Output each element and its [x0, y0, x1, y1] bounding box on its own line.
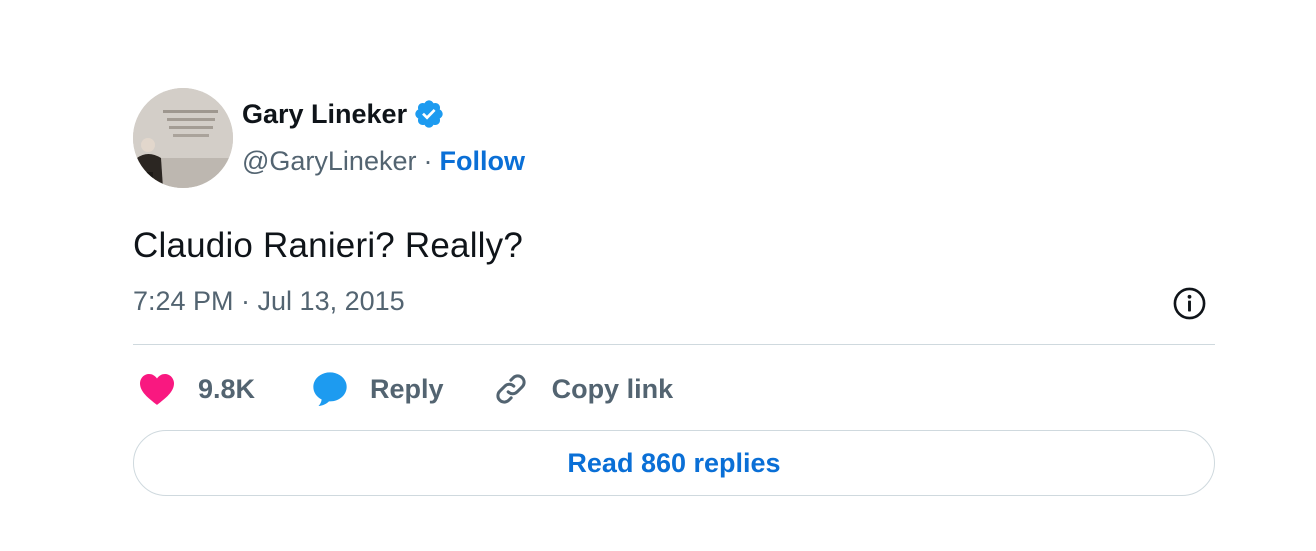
tweet-header: Gary Lineker @GaryLineker · Follow — [133, 88, 1215, 190]
link-icon — [496, 374, 526, 404]
like-button[interactable]: 9.8K — [138, 372, 255, 406]
reply-bubble-icon — [313, 372, 347, 406]
author-name[interactable]: Gary Lineker — [242, 99, 407, 130]
author-name-row: Gary Lineker — [242, 98, 445, 130]
tweet-text: Claudio Ranieri? Really? — [133, 226, 524, 265]
avatar[interactable] — [133, 88, 233, 188]
copy-link-label: Copy link — [551, 373, 674, 404]
author-handle[interactable]: @GaryLineker — [242, 146, 416, 177]
read-replies-button[interactable]: Read 860 replies — [133, 430, 1215, 496]
info-icon[interactable] — [1172, 286, 1207, 321]
tweet-actions: 9.8K Reply Copy link — [138, 366, 673, 412]
copy-link-button[interactable]: Copy link — [492, 370, 674, 408]
heart-icon — [140, 374, 174, 405]
like-count: 9.8K — [198, 373, 256, 404]
tweet-timestamp[interactable]: 7:24 PM · Jul 13, 2015 — [133, 286, 405, 317]
verified-badge-icon — [415, 100, 443, 128]
author-handle-row: @GaryLineker · Follow — [242, 146, 525, 177]
tweet-embed-card: Gary Lineker @GaryLineker · Follow Claud… — [133, 88, 1215, 496]
reply-label: Reply — [370, 373, 444, 404]
separator-dot: · — [423, 146, 433, 176]
reply-button[interactable]: Reply — [310, 369, 444, 409]
divider — [133, 344, 1215, 345]
follow-button[interactable]: Follow — [439, 146, 524, 177]
tweet-meta-row: 7:24 PM · Jul 13, 2015 — [133, 286, 1215, 322]
